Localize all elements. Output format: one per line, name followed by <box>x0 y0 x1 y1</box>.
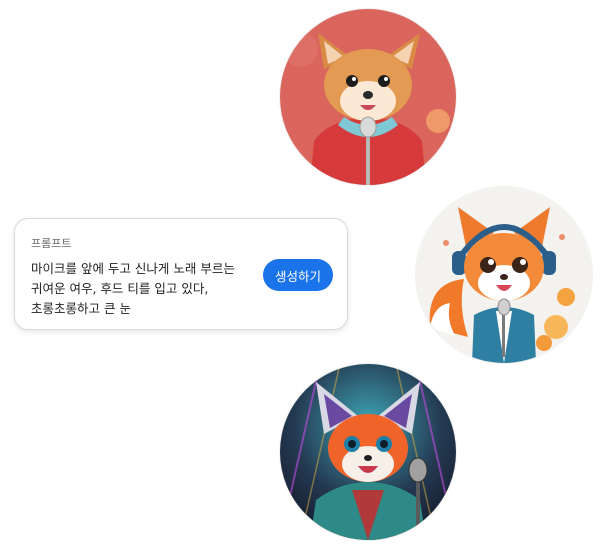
prompt-line: 귀여운 여우, 후드 티를 입고 있다, <box>31 281 209 296</box>
prompt-card: 프롬프트 마이크를 앞에 두고 신나게 노래 부르는 귀여운 여우, 후드 티를… <box>14 218 348 330</box>
canvas: 프롬프트 마이크를 앞에 두고 신나게 노래 부르는 귀여운 여우, 후드 티를… <box>0 0 600 548</box>
generate-button[interactable]: 생성하기 <box>263 259 333 291</box>
prompt-label: 프롬프트 <box>31 237 72 250</box>
fox-cartoon-illustration <box>416 187 592 363</box>
fox-3d-illustration <box>280 9 456 185</box>
generated-image-1[interactable] <box>280 9 456 185</box>
prompt-line: 초롱초롱하고 큰 눈 <box>31 301 131 316</box>
generated-image-3[interactable] <box>280 364 456 540</box>
fox-neon-illustration <box>280 364 456 540</box>
prompt-line: 마이크를 앞에 두고 신나게 노래 부르는 <box>31 261 235 276</box>
generated-image-2[interactable] <box>416 187 592 363</box>
prompt-text[interactable]: 마이크를 앞에 두고 신나게 노래 부르는 귀여운 여우, 후드 티를 입고 있… <box>31 259 261 319</box>
